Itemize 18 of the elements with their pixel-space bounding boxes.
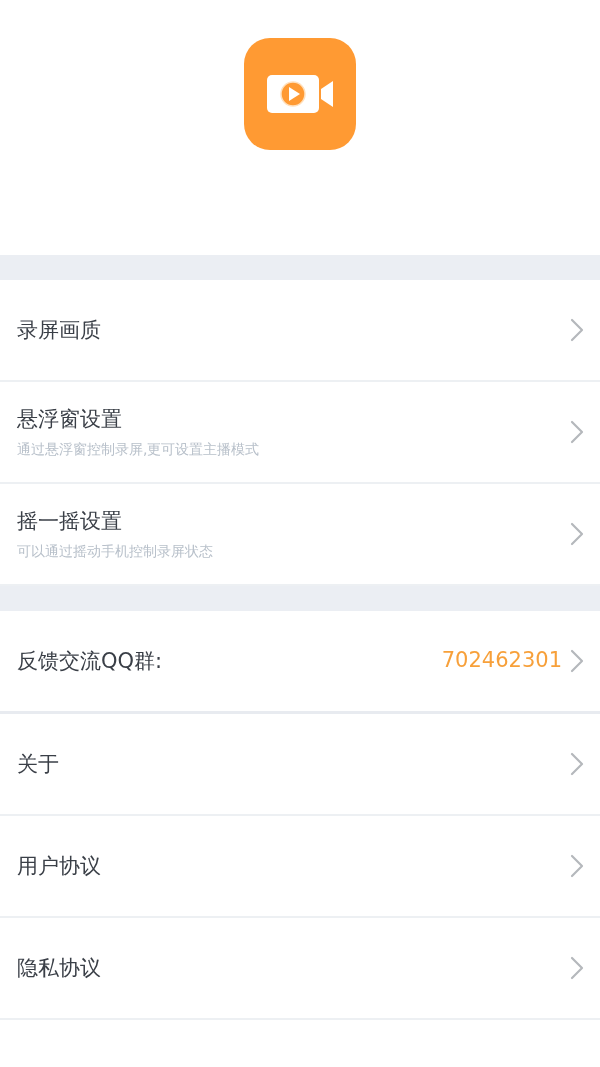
chevron-right-icon — [570, 522, 584, 546]
row-title: 隐私协议 — [17, 955, 102, 982]
chevron-right-icon — [570, 854, 584, 878]
chevron-right-icon — [570, 318, 584, 342]
row-subtitle: 可以通过摇动手机控制录屏状态 — [17, 542, 214, 561]
chevron-right-icon — [570, 752, 584, 776]
row-title: 用户协议 — [17, 853, 102, 880]
row-title: 反馈交流QQ群: — [17, 648, 164, 675]
row-title: 关于 — [17, 751, 60, 778]
app-logo-icon — [243, 37, 357, 151]
row-subtitle: 通过悬浮窗控制录屏,更可设置主播模式 — [17, 440, 261, 459]
chevron-right-icon — [570, 420, 584, 444]
row-title: 录屏画质 — [17, 317, 102, 344]
chevron-right-icon — [570, 649, 584, 673]
qq-group-number: 702462301 — [441, 647, 562, 675]
row-title: 摇一摇设置 — [17, 508, 123, 535]
chevron-right-icon — [570, 956, 584, 980]
row-title: 悬浮窗设置 — [17, 406, 123, 433]
